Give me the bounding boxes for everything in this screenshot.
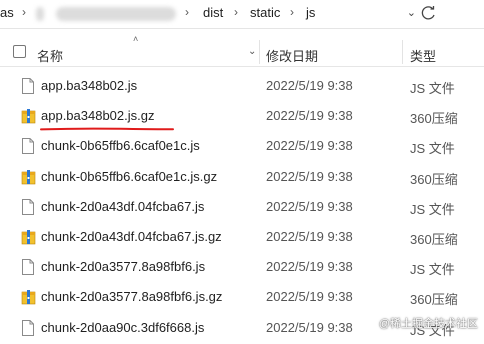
file-row[interactable]: app.ba348b02.js 2022/5/19 9:38 JS 文件 xyxy=(0,72,484,102)
file-modified-date: 2022/5/19 9:38 xyxy=(266,319,353,335)
file-modified-date: 2022/5/19 9:38 xyxy=(266,198,353,214)
column-header-name[interactable]: 名称 xyxy=(37,46,63,65)
file-row[interactable]: chunk-2d0a43df.04fcba67.js 2022/5/19 9:38… xyxy=(0,193,484,223)
chevron-down-icon[interactable]: ⌄ xyxy=(407,6,416,19)
breadcrumb-prefix[interactable]: as xyxy=(0,5,14,20)
blurred-path-segment xyxy=(56,7,176,21)
select-all-checkbox[interactable] xyxy=(13,45,26,58)
file-name[interactable]: chunk-2d0a43df.04fcba67.js.gz xyxy=(41,229,222,244)
file-type: 360压缩 xyxy=(410,292,458,308)
column-header-type[interactable]: 类型 xyxy=(410,46,436,65)
js-file-icon xyxy=(21,198,35,215)
address-bar[interactable]: as › › dist › static › js ⌄ xyxy=(0,0,484,29)
js-file-icon xyxy=(21,259,35,276)
file-name[interactable]: chunk-2d0aa90c.3df6f668.js xyxy=(41,320,204,335)
column-divider[interactable] xyxy=(402,40,403,64)
chevron-right-icon[interactable]: › xyxy=(290,5,294,19)
file-row[interactable]: chunk-0b65ffb6.6caf0e1c.js 2022/5/19 9:38… xyxy=(0,132,484,162)
js-file-icon xyxy=(21,78,35,94)
annotation-underline xyxy=(40,127,174,131)
js-file-icon xyxy=(21,138,35,155)
file-type: 360压缩 xyxy=(410,171,458,187)
file-modified-date: 2022/5/19 9:38 xyxy=(266,289,353,305)
file-name[interactable]: app.ba348b02.js xyxy=(41,78,137,93)
archive-file-icon xyxy=(21,169,36,185)
file-modified-date: 2022/5/19 9:38 xyxy=(266,168,353,184)
breadcrumb-js[interactable]: js xyxy=(306,5,315,20)
file-type: JS 文件 xyxy=(410,81,455,96)
column-divider[interactable] xyxy=(259,40,260,64)
file-type: 360压缩 xyxy=(410,111,458,127)
js-file-icon xyxy=(21,319,35,336)
column-header-date[interactable]: 修改日期 xyxy=(266,46,318,65)
file-modified-date: 2022/5/19 9:38 xyxy=(266,259,353,275)
watermark: @稀土掘金技术社区 xyxy=(378,318,478,330)
file-row[interactable]: chunk-2d0a43df.04fcba67.js.gz 2022/5/19 9… xyxy=(0,223,484,253)
file-name[interactable]: chunk-2d0a43df.04fcba67.js xyxy=(41,199,204,214)
chevron-right-icon[interactable]: › xyxy=(234,5,238,19)
file-modified-date: 2022/5/19 9:38 xyxy=(266,78,353,93)
chevron-right-icon[interactable]: › xyxy=(185,5,189,19)
file-type: JS 文件 xyxy=(410,201,455,217)
blurred-path-segment xyxy=(36,7,44,21)
file-name[interactable]: chunk-0b65ffb6.6caf0e1c.js.gz xyxy=(41,169,217,184)
file-name[interactable]: chunk-0b65ffb6.6caf0e1c.js xyxy=(41,138,200,153)
chevron-down-icon[interactable]: ⌄ xyxy=(248,46,256,57)
file-name[interactable]: chunk-2d0a3577.8a98fbf6.js.gz xyxy=(41,289,222,304)
file-name[interactable]: chunk-2d0a3577.8a98fbf6.js xyxy=(41,259,205,274)
file-row[interactable]: chunk-0b65ffb6.6caf0e1c.js.gz 2022/5/19 9… xyxy=(0,163,484,193)
archive-file-icon xyxy=(21,229,36,245)
file-modified-date: 2022/5/19 9:38 xyxy=(266,138,353,154)
refresh-icon[interactable] xyxy=(418,3,440,23)
file-name[interactable]: app.ba348b02.js.gz xyxy=(41,108,154,123)
file-modified-date: 2022/5/19 9:38 xyxy=(266,108,353,124)
file-type: 360压缩 xyxy=(410,232,458,247)
breadcrumb-dist[interactable]: dist xyxy=(203,5,223,20)
file-type: JS 文件 xyxy=(410,262,455,278)
file-modified-date: 2022/5/19 9:38 xyxy=(266,229,353,244)
file-type: JS 文件 xyxy=(410,141,455,157)
file-row[interactable]: chunk-2d0a3577.8a98fbf6.js.gz 2022/5/19 9… xyxy=(0,283,484,313)
chevron-right-icon[interactable]: › xyxy=(22,5,26,19)
breadcrumb-static[interactable]: static xyxy=(250,5,280,20)
archive-file-icon xyxy=(21,108,36,124)
archive-file-icon xyxy=(21,289,36,305)
file-row[interactable]: chunk-2d0a3577.8a98fbf6.js 2022/5/19 9:38… xyxy=(0,253,484,283)
sort-ascending-icon: ˄ xyxy=(133,34,139,44)
